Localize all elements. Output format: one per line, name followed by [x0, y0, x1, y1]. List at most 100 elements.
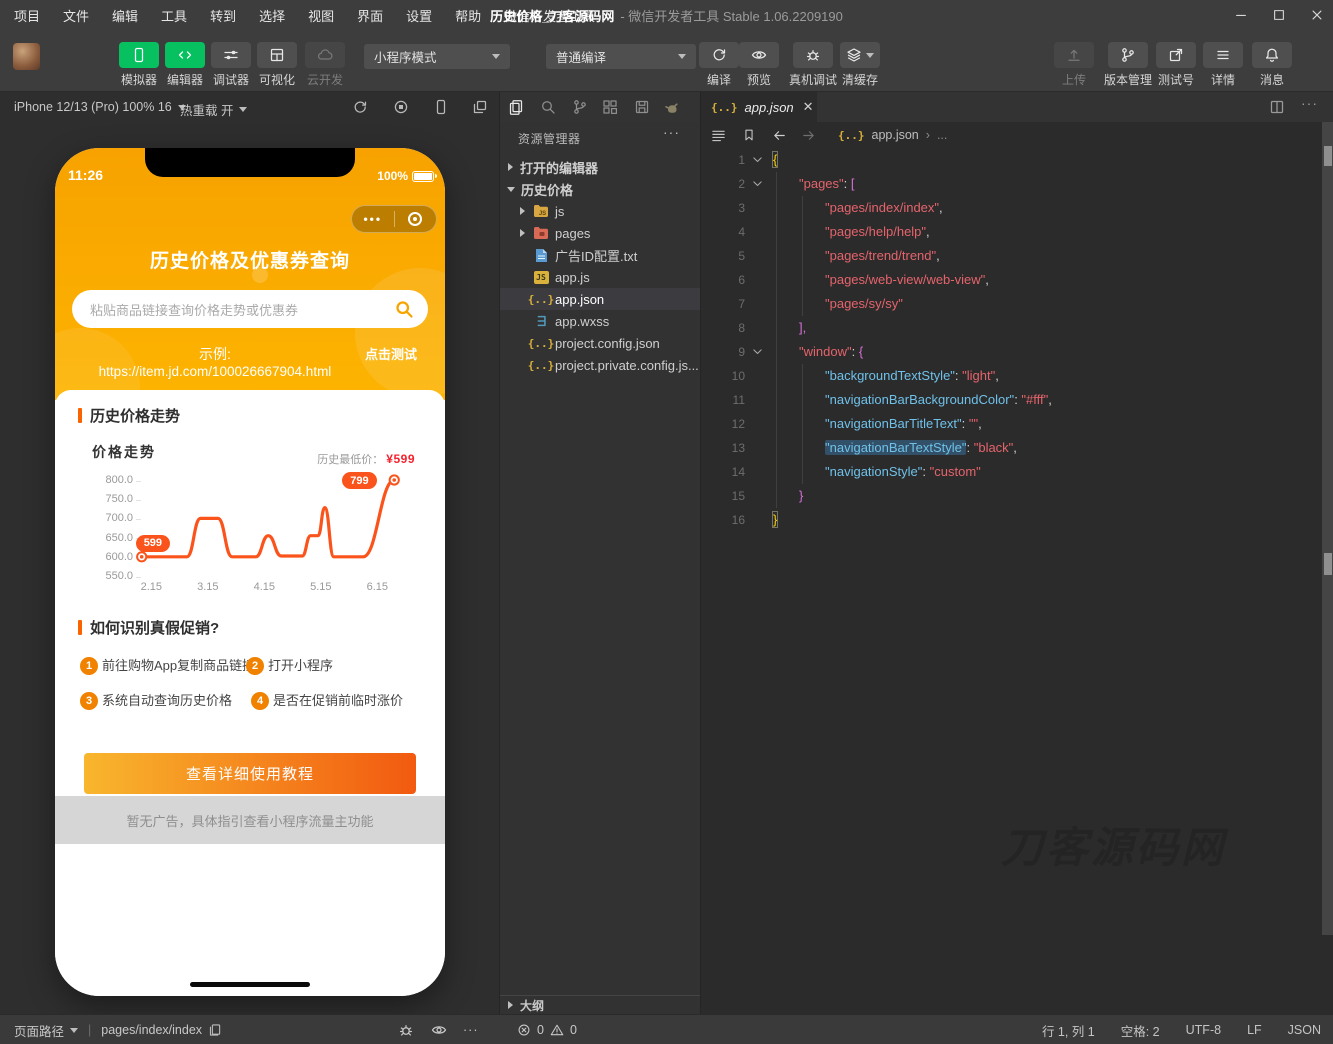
- menu-item-转到[interactable]: 转到: [210, 6, 236, 25]
- extensions-button[interactable]: [602, 99, 618, 115]
- file-item-app.wxss[interactable]: app.wxss: [500, 310, 700, 332]
- exit-button[interactable]: [395, 212, 437, 226]
- indent-setting[interactable]: 空格: 2: [1121, 1021, 1160, 1040]
- more-button[interactable]: •••: [352, 212, 394, 226]
- tab-appjson[interactable]: {..} app.json ✕: [701, 92, 817, 122]
- explorer-more-button[interactable]: ···: [663, 124, 680, 140]
- breadcrumb-file[interactable]: app.json: [872, 128, 919, 142]
- menu-item-编辑[interactable]: 编辑: [112, 6, 138, 25]
- code-line[interactable]: 16}: [701, 508, 1321, 532]
- preview-button[interactable]: 预览: [737, 42, 781, 88]
- file-item-广告ID配置.txt[interactable]: 广告ID配置.txt: [500, 244, 700, 266]
- menu-item-微信开发者工具[interactable]: 微信开发者工具: [504, 6, 595, 25]
- mode-select[interactable]: 小程序模式: [364, 44, 510, 69]
- code-line[interactable]: 1{: [701, 148, 1321, 172]
- open-editors-section[interactable]: 打开的编辑器: [500, 156, 700, 178]
- fold-chevron-icon[interactable]: [751, 345, 764, 358]
- user-avatar[interactable]: [13, 43, 40, 70]
- code-line[interactable]: 2 "pages": [: [701, 172, 1321, 196]
- code-line[interactable]: 7 "pages/sy/sy": [701, 292, 1321, 316]
- output-button[interactable]: [634, 99, 650, 115]
- device-select[interactable]: iPhone 12/13 (Pro) 100% 16: [14, 100, 186, 114]
- multi-window-button[interactable]: [472, 99, 488, 115]
- sim-more-button[interactable]: ···: [463, 1015, 479, 1044]
- sim-preview-button[interactable]: [431, 1015, 447, 1044]
- code-line[interactable]: 15}: [701, 484, 1321, 508]
- simulator-button[interactable]: 模拟器: [117, 42, 161, 88]
- file-item-app.js[interactable]: JS app.js: [500, 266, 700, 288]
- menu-item-帮助[interactable]: 帮助: [455, 6, 481, 25]
- code-area[interactable]: 1{2 "pages": [3 "pages/index/index", 4 "page…: [701, 148, 1321, 1014]
- forward-arrow-icon[interactable]: [801, 128, 816, 143]
- search-input[interactable]: 粘贴商品链接查询价格走势或优惠券: [72, 290, 428, 328]
- cursor-position[interactable]: 行 1, 列 1: [1042, 1021, 1095, 1040]
- editor-more-button[interactable]: ···: [1301, 95, 1318, 111]
- code-line[interactable]: 3 "pages/index/index",: [701, 196, 1321, 220]
- menu-item-文件[interactable]: 文件: [63, 6, 89, 25]
- code-line[interactable]: 11 "navigationBarBackgroundColor": "#fff"…: [701, 388, 1321, 412]
- page-path-selector[interactable]: 页面路径: [14, 1021, 64, 1040]
- eol-setting[interactable]: LF: [1247, 1023, 1262, 1037]
- menu-item-界面[interactable]: 界面: [357, 6, 383, 25]
- file-item-js[interactable]: JS js: [500, 200, 700, 222]
- clear-cache-button[interactable]: 清缓存: [838, 42, 882, 88]
- split-editor-button[interactable]: [1269, 99, 1285, 115]
- details-button[interactable]: 详情: [1201, 42, 1245, 88]
- encoding-setting[interactable]: UTF-8: [1186, 1023, 1221, 1037]
- code-line[interactable]: 14 "navigationStyle": "custom": [701, 460, 1321, 484]
- code-line[interactable]: 8],: [701, 316, 1321, 340]
- code-line[interactable]: 4 "pages/help/help",: [701, 220, 1321, 244]
- files-button[interactable]: [508, 99, 524, 115]
- test-account-button[interactable]: 测试号: [1154, 42, 1198, 88]
- file-item-pages[interactable]: pages: [500, 222, 700, 244]
- project-root[interactable]: 历史价格: [500, 178, 700, 200]
- minimize-button[interactable]: [1224, 0, 1258, 30]
- menu-item-视图[interactable]: 视图: [308, 6, 334, 25]
- version-button[interactable]: 版本管理: [1100, 42, 1156, 88]
- maximize-button[interactable]: [1262, 0, 1296, 30]
- code-line[interactable]: 13 "navigationBarTextStyle": "black",: [701, 436, 1321, 460]
- cloud-dev-button[interactable]: 云开发: [303, 42, 347, 88]
- search-button[interactable]: [540, 99, 556, 115]
- copy-icon[interactable]: [208, 1023, 222, 1037]
- menu-item-选择[interactable]: 选择: [259, 6, 285, 25]
- test-link[interactable]: 点击测试: [365, 344, 417, 363]
- rotate-button[interactable]: [352, 99, 368, 115]
- menu-item-工具[interactable]: 工具: [161, 6, 187, 25]
- file-item-app.json[interactable]: {..} app.json: [500, 288, 700, 310]
- back-arrow-icon[interactable]: [772, 128, 787, 143]
- messages-button[interactable]: 消息: [1250, 42, 1294, 88]
- sim-debug-button[interactable]: [398, 1015, 414, 1044]
- source-control-button[interactable]: [572, 99, 588, 115]
- code-line[interactable]: 9 "window": {: [701, 340, 1321, 364]
- scrollbar-overview[interactable]: [1322, 122, 1333, 935]
- record-button[interactable]: [393, 99, 409, 115]
- file-item-project.config.json[interactable]: {..} project.config.json: [500, 332, 700, 354]
- file-item-project.private.config.js...[interactable]: {..} project.private.config.js...: [500, 354, 700, 376]
- outline-section[interactable]: 大纲: [500, 995, 700, 1014]
- code-line[interactable]: 12 "navigationBarTitleText": "",: [701, 412, 1321, 436]
- code-line[interactable]: 5 "pages/trend/trend",: [701, 244, 1321, 268]
- language-mode[interactable]: JSON: [1288, 1023, 1321, 1037]
- menu-item-项目[interactable]: 项目: [14, 6, 40, 25]
- close-button[interactable]: [1300, 0, 1333, 30]
- fold-chevron-icon[interactable]: [751, 177, 764, 190]
- tab-close-icon[interactable]: ✕: [803, 99, 814, 115]
- hot-reload-toggle[interactable]: 热重载 开: [180, 100, 248, 119]
- menu-item-设置[interactable]: 设置: [406, 6, 432, 25]
- problems-indicator[interactable]: 0 0: [517, 1015, 577, 1044]
- tutorial-button[interactable]: 查看详细使用教程: [84, 753, 416, 794]
- breadcrumb-more[interactable]: ...: [937, 128, 947, 142]
- device-frame-button[interactable]: [433, 99, 449, 115]
- code-line[interactable]: 6 "pages/web-view/web-view",: [701, 268, 1321, 292]
- visual-button[interactable]: 可视化: [255, 42, 299, 88]
- debug-console-button[interactable]: [664, 99, 680, 115]
- editor-button[interactable]: 编辑器: [163, 42, 207, 88]
- compile-mode-select[interactable]: 普通编译: [546, 44, 696, 69]
- upload-button[interactable]: 上传: [1052, 42, 1096, 88]
- remote-debug-button[interactable]: 真机调试: [785, 42, 841, 88]
- fold-chevron-icon[interactable]: [751, 153, 764, 166]
- compile-button[interactable]: 编译: [697, 42, 741, 88]
- debugger-button[interactable]: 调试器: [209, 42, 253, 88]
- code-line[interactable]: 10 "backgroundTextStyle": "light",: [701, 364, 1321, 388]
